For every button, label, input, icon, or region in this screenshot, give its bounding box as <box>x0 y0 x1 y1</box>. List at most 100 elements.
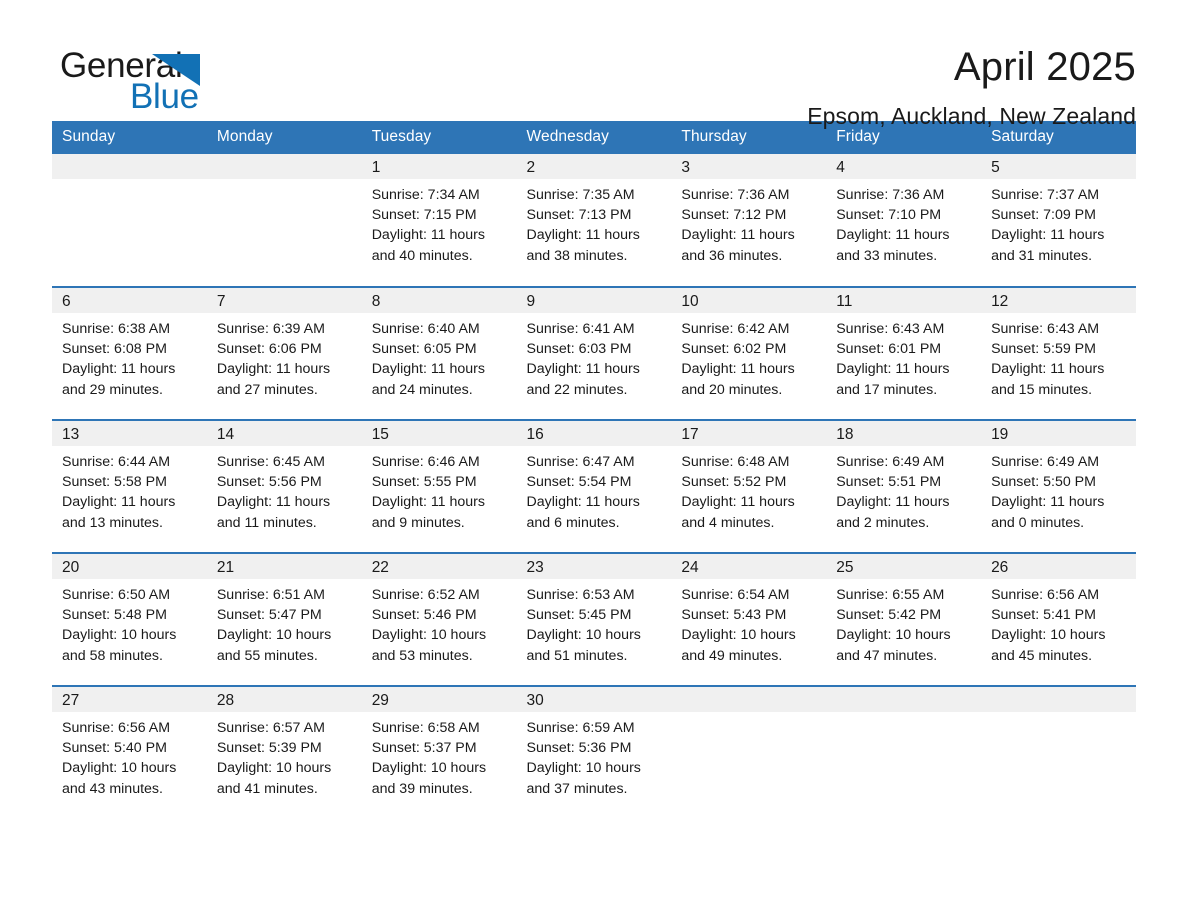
calendar-day-cell[interactable]: 20 Sunrise: 6:50 AM Sunset: 5:48 PM Dayligh… <box>52 552 207 686</box>
calendar-day-cell[interactable]: 8 Sunrise: 6:40 AM Sunset: 6:05 PM Daylight… <box>361 286 517 420</box>
daylight-duration-line1: Daylight: 11 hours <box>681 227 795 244</box>
calendar-day-cell[interactable]: 30 Sunrise: 6:59 AM Sunset: 5:36 PM Dayligh… <box>516 685 672 819</box>
daylight-duration-line2: and 33 minutes. <box>836 247 938 264</box>
sunset-time: Sunset: 5:56 PM <box>216 474 322 491</box>
calendar-day-cell[interactable]: 15 Sunrise: 6:46 AM Sunset: 5:55 PM Dayligh… <box>361 419 517 553</box>
sunrise-time: Sunrise: 6:50 AM <box>62 587 171 603</box>
calendar-week-row: 27 Sunrise: 6:56 AM Sunset: 5:40 PM Dayligh… <box>52 685 1136 819</box>
calendar-day-cell[interactable]: 13 Sunrise: 6:44 AM Sunset: 5:58 PM Dayligh… <box>52 419 207 553</box>
sunrise-time: Sunrise: 6:47 AM <box>526 454 635 470</box>
daylight-duration-line2: and 27 minutes. <box>216 381 318 398</box>
sunrise-time: Sunrise: 6:43 AM <box>991 321 1100 337</box>
daylight-duration-line2: and 55 minutes. <box>216 647 318 664</box>
calendar-cell-empty <box>826 685 982 819</box>
daylight-duration-line2: and 39 minutes. <box>371 780 473 797</box>
calendar-day-cell[interactable]: 6 Sunrise: 6:38 AM Sunset: 6:08 PM Daylight… <box>52 286 207 420</box>
sunrise-time: Sunrise: 6:53 AM <box>526 587 635 603</box>
daylight-duration-line2: and 47 minutes. <box>836 647 938 664</box>
calendar-day-cell[interactable]: 23 Sunrise: 6:53 AM Sunset: 5:45 PM Dayligh… <box>516 552 672 686</box>
sunset-time: Sunset: 5:51 PM <box>836 474 942 491</box>
daylight-duration-line1: Daylight: 11 hours <box>836 227 950 244</box>
day-details: Sunrise: 6:49 AM Sunset: 5:50 PM Daylight:… <box>981 446 1136 533</box>
calendar-week-row: 1 Sunrise: 7:34 AM Sunset: 7:15 PM Daylight… <box>52 154 1136 287</box>
daylight-duration-line2: and 4 minutes. <box>681 514 775 531</box>
calendar-day-cell[interactable]: 7 Sunrise: 6:39 AM Sunset: 6:06 PM Daylight… <box>206 286 362 420</box>
day-details: Sunrise: 6:48 AM Sunset: 5:52 PM Daylight:… <box>671 446 826 533</box>
day-number: 22 <box>361 554 517 579</box>
daylight-duration-line1: Daylight: 11 hours <box>216 361 331 378</box>
day-number: 30 <box>516 687 672 712</box>
daylight-duration-line2: and 40 minutes. <box>371 247 473 264</box>
calendar-day-cell[interactable]: 2 Sunrise: 7:35 AM Sunset: 7:13 PM Daylight… <box>516 154 672 287</box>
sunset-time: Sunset: 5:43 PM <box>681 607 787 624</box>
sunrise-time: Sunrise: 6:42 AM <box>681 321 790 337</box>
day-number: 7 <box>206 288 362 313</box>
calendar-day-cell[interactable]: 27 Sunrise: 6:56 AM Sunset: 5:40 PM Dayligh… <box>52 685 207 819</box>
calendar-day-cell[interactable]: 9 Sunrise: 6:41 AM Sunset: 6:03 PM Daylight… <box>516 286 672 420</box>
sunset-time: Sunset: 6:03 PM <box>526 341 632 358</box>
day-details: Sunrise: 6:52 AM Sunset: 5:46 PM Daylight:… <box>362 579 517 666</box>
calendar-day-cell[interactable]: 11 Sunrise: 6:43 AM Sunset: 6:01 PM Dayligh… <box>826 286 982 420</box>
day-details: Sunrise: 6:51 AM Sunset: 5:47 PM Daylight:… <box>207 579 362 666</box>
day-number: 14 <box>206 421 362 446</box>
calendar-day-cell[interactable]: 16 Sunrise: 6:47 AM Sunset: 5:54 PM Dayligh… <box>516 419 672 553</box>
calendar-day-cell[interactable]: 5 Sunrise: 7:37 AM Sunset: 7:09 PM Daylight… <box>981 154 1136 287</box>
day-details: Sunrise: 6:46 AM Sunset: 5:55 PM Daylight:… <box>362 446 517 533</box>
day-details: Sunrise: 6:42 AM Sunset: 6:02 PM Daylight:… <box>671 313 826 400</box>
daylight-duration-line2: and 22 minutes. <box>526 381 628 398</box>
daylight-duration-line1: Daylight: 11 hours <box>62 494 176 511</box>
calendar-day-cell[interactable]: 19 Sunrise: 6:49 AM Sunset: 5:50 PM Dayligh… <box>981 419 1136 553</box>
daylight-duration-line1: Daylight: 11 hours <box>836 361 950 378</box>
sunrise-time: Sunrise: 6:49 AM <box>991 454 1100 470</box>
calendar-day-cell[interactable]: 10 Sunrise: 6:42 AM Sunset: 6:02 PM Dayligh… <box>671 286 827 420</box>
calendar-body: 1 Sunrise: 7:34 AM Sunset: 7:15 PM Daylight… <box>52 154 1136 819</box>
daylight-duration-line1: Daylight: 10 hours <box>62 760 177 777</box>
calendar-day-cell[interactable]: 28 Sunrise: 6:57 AM Sunset: 5:39 PM Dayligh… <box>206 685 362 819</box>
sunrise-time: Sunrise: 7:36 AM <box>836 187 945 203</box>
day-details: Sunrise: 6:53 AM Sunset: 5:45 PM Daylight:… <box>517 579 672 666</box>
day-number: 18 <box>826 421 982 446</box>
calendar-day-cell[interactable]: 24 Sunrise: 6:54 AM Sunset: 5:43 PM Dayligh… <box>671 552 827 686</box>
daylight-duration-line2: and 17 minutes. <box>836 381 938 398</box>
calendar-day-cell[interactable]: 21 Sunrise: 6:51 AM Sunset: 5:47 PM Dayligh… <box>206 552 362 686</box>
sunset-time: Sunset: 5:58 PM <box>62 474 167 491</box>
sunset-time: Sunset: 5:45 PM <box>526 607 632 624</box>
calendar-day-cell[interactable]: 25 Sunrise: 6:55 AM Sunset: 5:42 PM Dayligh… <box>826 552 982 686</box>
sunrise-time: Sunrise: 6:57 AM <box>216 720 325 736</box>
sunset-time: Sunset: 6:01 PM <box>836 341 942 358</box>
day-number: 25 <box>826 554 982 579</box>
calendar-day-cell[interactable]: 1 Sunrise: 7:34 AM Sunset: 7:15 PM Daylight… <box>361 154 517 287</box>
day-number: 5 <box>981 154 1136 179</box>
day-details: Sunrise: 6:56 AM Sunset: 5:41 PM Daylight:… <box>981 579 1136 666</box>
sunrise-time: Sunrise: 6:48 AM <box>681 454 790 470</box>
day-details: Sunrise: 6:43 AM Sunset: 5:59 PM Daylight:… <box>981 313 1136 400</box>
daylight-duration-line1: Daylight: 10 hours <box>836 627 951 644</box>
calendar-cell-empty <box>671 685 827 819</box>
day-number: 9 <box>516 288 672 313</box>
sunset-time: Sunset: 6:06 PM <box>216 341 322 358</box>
day-details: Sunrise: 6:54 AM Sunset: 5:43 PM Daylight:… <box>671 579 826 666</box>
sunset-time: Sunset: 7:15 PM <box>371 207 477 224</box>
day-number: 28 <box>206 687 362 712</box>
sunset-time: Sunset: 6:05 PM <box>371 341 477 358</box>
sunset-time: Sunset: 5:39 PM <box>216 740 322 757</box>
calendar-day-cell[interactable]: 17 Sunrise: 6:48 AM Sunset: 5:52 PM Dayligh… <box>671 419 827 553</box>
calendar-day-cell[interactable]: 12 Sunrise: 6:43 AM Sunset: 5:59 PM Dayligh… <box>981 286 1136 420</box>
sunrise-time: Sunrise: 6:58 AM <box>371 720 480 736</box>
sunrise-time: Sunrise: 6:56 AM <box>991 587 1100 603</box>
sunrise-time: Sunrise: 6:38 AM <box>62 321 171 337</box>
sunset-time: Sunset: 5:40 PM <box>62 740 167 757</box>
calendar-day-cell[interactable]: 3 Sunrise: 7:36 AM Sunset: 7:12 PM Daylight… <box>671 154 827 287</box>
day-number: 24 <box>671 554 827 579</box>
daylight-duration-line1: Daylight: 11 hours <box>526 494 640 511</box>
day-details: Sunrise: 7:36 AM Sunset: 7:12 PM Daylight:… <box>671 179 826 266</box>
calendar-day-cell[interactable]: 26 Sunrise: 6:56 AM Sunset: 5:41 PM Dayligh… <box>981 552 1136 686</box>
calendar-day-cell[interactable]: 22 Sunrise: 6:52 AM Sunset: 5:46 PM Dayligh… <box>361 552 517 686</box>
calendar-day-cell[interactable]: 18 Sunrise: 6:49 AM Sunset: 5:51 PM Dayligh… <box>826 419 982 553</box>
calendar-day-cell[interactable]: 29 Sunrise: 6:58 AM Sunset: 5:37 PM Dayligh… <box>361 685 517 819</box>
sunset-time: Sunset: 5:55 PM <box>371 474 477 491</box>
calendar-day-cell[interactable]: 4 Sunrise: 7:36 AM Sunset: 7:10 PM Daylight… <box>826 154 982 287</box>
calendar-cell-empty <box>52 154 207 287</box>
daylight-duration-line1: Daylight: 11 hours <box>371 494 485 511</box>
calendar-day-cell[interactable]: 14 Sunrise: 6:45 AM Sunset: 5:56 PM Dayligh… <box>206 419 362 553</box>
